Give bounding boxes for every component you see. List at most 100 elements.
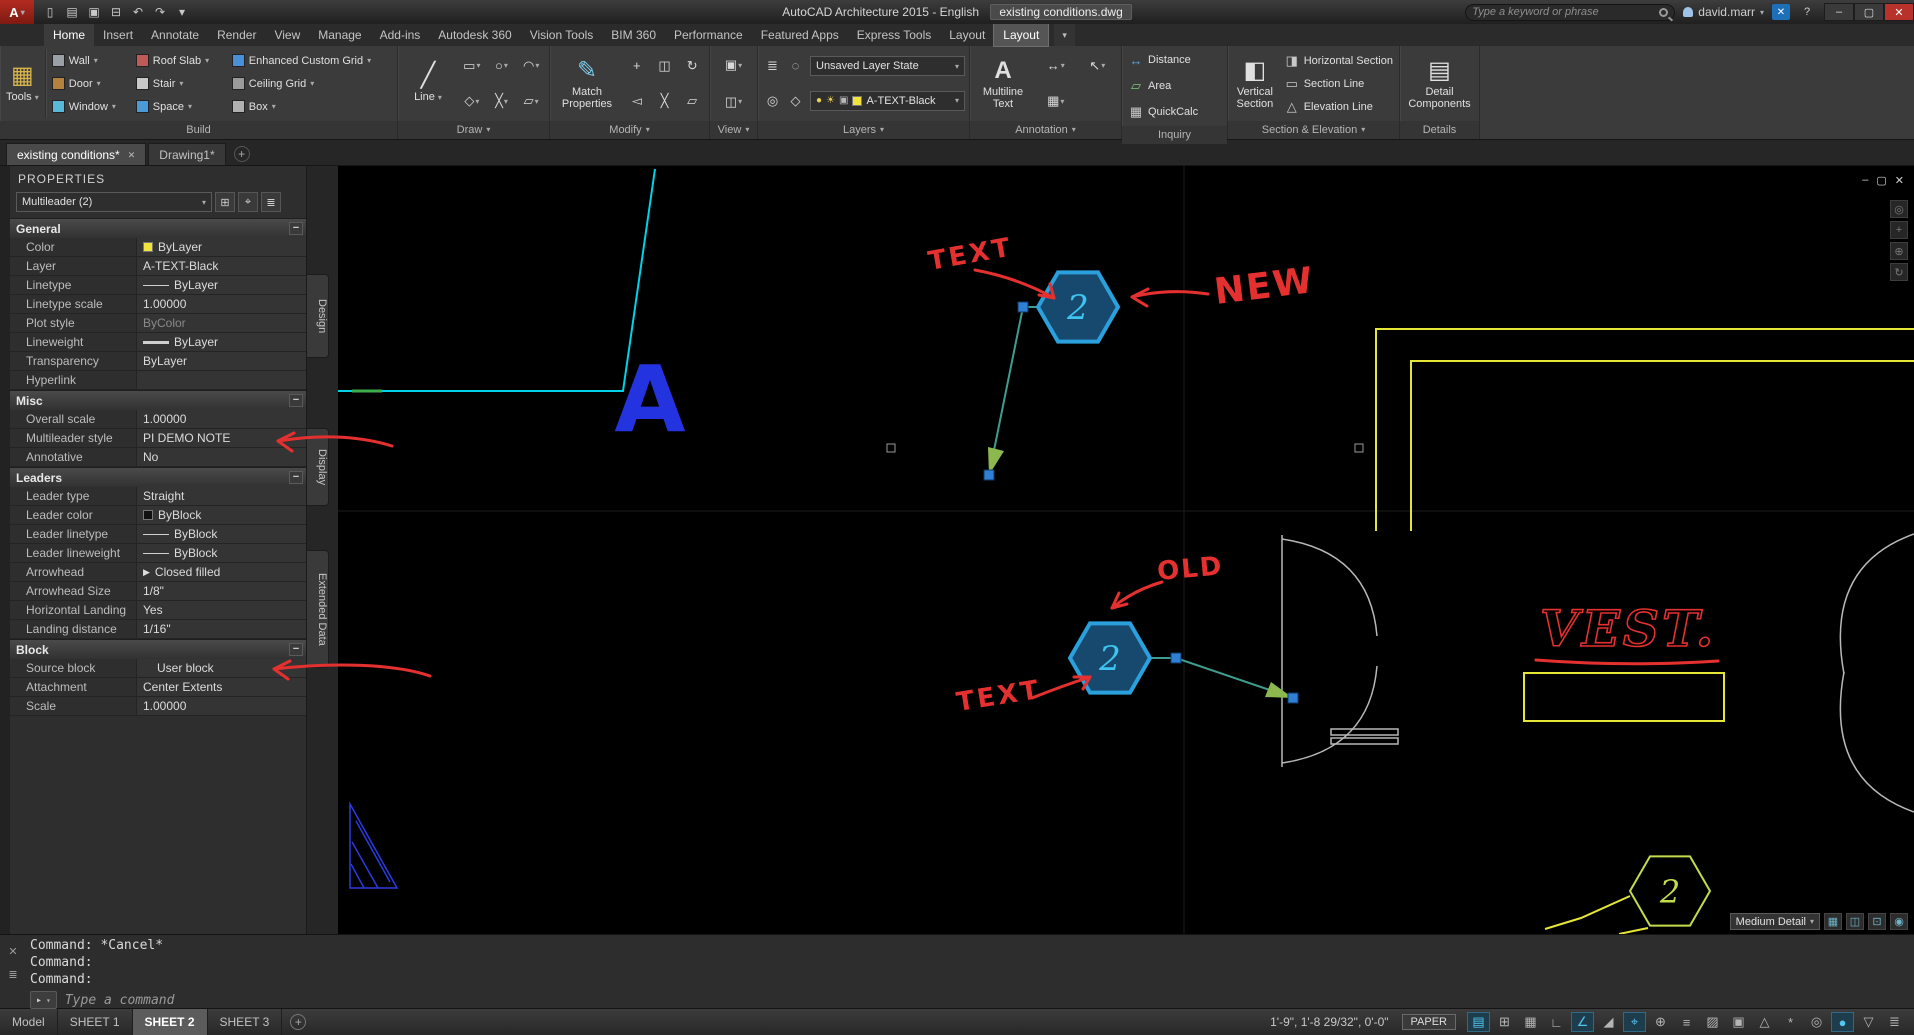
ribbon-tab[interactable]: Layout (993, 23, 1050, 47)
multileader-new[interactable]: 2 (983, 270, 1121, 481)
application-menu-button[interactable]: A ▾ (0, 0, 34, 24)
select-objects-icon[interactable]: ⌖ (238, 192, 258, 212)
line-button[interactable]: ╱ Line ▾ (402, 49, 454, 118)
object-type-selector[interactable]: Multileader (2) ▾ (16, 192, 212, 212)
viewport-config-icon[interactable]: ◫ ▾ (725, 92, 742, 112)
ribbon-display-toggle[interactable]: ▾ (1054, 24, 1075, 46)
ribbon-tab[interactable]: Express Tools (848, 24, 940, 46)
inquiry-item[interactable]: ↔ Distance (1126, 49, 1223, 71)
property-row[interactable]: Horizontal Landing ▶ Yes (10, 601, 306, 620)
layer-properties-icon[interactable]: ≣ (762, 56, 783, 76)
property-row[interactable]: Overall scale 1.00000 (10, 410, 306, 429)
model-paper-toggle-icon[interactable]: ▤ (1467, 1012, 1490, 1032)
toggle-pickadd-icon[interactable]: ⊞ (215, 192, 235, 212)
property-row[interactable]: Landing distance ▶ 1/16" (10, 620, 306, 639)
ribbon-tab[interactable]: Insert (94, 24, 142, 46)
ortho-icon[interactable]: ∟ (1545, 1012, 1568, 1032)
layout-tab[interactable]: SHEET 3 (208, 1008, 283, 1035)
circle-icon[interactable]: ○ ▾ (488, 56, 516, 76)
section-tool-item[interactable]: ▭ Section Line (1282, 73, 1395, 95)
property-row[interactable]: Leader linetype ▶ ByBlock (10, 525, 306, 544)
layer-state-select[interactable]: Unsaved Layer State ▾ (810, 56, 965, 77)
graphics-performance-icon[interactable]: ● (1831, 1012, 1854, 1032)
drawing-canvas[interactable]: A 2 2 2 TEXT NEW OLD TEXT VEST. – ▢ ✕ ◎ … (338, 166, 1914, 935)
rotate-icon[interactable]: ↻ (679, 56, 705, 76)
pan-icon[interactable]: + (1890, 221, 1908, 239)
polyline-icon[interactable]: ▭ ▾ (458, 56, 486, 76)
file-tab[interactable]: existing conditions* ✕ (6, 143, 147, 165)
object-snap-icon[interactable]: ⌖ (1623, 1012, 1646, 1032)
snap-icon[interactable]: ▦ (1519, 1012, 1542, 1032)
property-row[interactable]: Hyperlink ▶ (10, 371, 306, 390)
render-mode-icon[interactable]: ◉ (1890, 913, 1908, 930)
property-row[interactable]: Multileader style PI DEMO NOTE (10, 429, 306, 448)
viewport-minimize-icon[interactable]: – (1862, 174, 1868, 187)
layer-freeze-icon[interactable]: ◇ (785, 91, 806, 111)
save-icon[interactable]: ▣ (84, 3, 104, 21)
ribbon-tab[interactable]: Home (44, 24, 95, 46)
table-icon[interactable]: ▦ ▾ (1036, 91, 1076, 111)
multiline-text-button[interactable]: A Multiline Text (974, 49, 1032, 118)
lineweight-display-icon[interactable]: ≡ (1675, 1012, 1698, 1032)
command-input[interactable]: Type a command (65, 993, 175, 1008)
collapse-icon[interactable]: − (288, 471, 303, 484)
new-layout-button[interactable]: + (290, 1014, 307, 1030)
panel-label-view[interactable]: View ▾ (710, 121, 757, 139)
panel-label-annotation[interactable]: Annotation ▾ (970, 121, 1121, 139)
customization-icon[interactable]: ≣ (1883, 1012, 1906, 1032)
ribbon-tab[interactable]: Annotate (142, 24, 208, 46)
hatch-icon[interactable]: ╳ ▾ (488, 91, 516, 111)
trim-icon[interactable]: ╳ (652, 91, 678, 111)
property-row[interactable]: Linetype scale ▶ 1.00000 (10, 295, 306, 314)
object-snap-tracking-icon[interactable]: ⊕ (1649, 1012, 1672, 1032)
property-row[interactable]: Annotative No (10, 448, 306, 467)
panel-label-section-elevation[interactable]: Section & Elevation ▾ (1228, 121, 1399, 139)
ribbon-tab[interactable]: Performance (665, 24, 752, 46)
palette-tab-display[interactable]: Display (306, 428, 329, 506)
property-row[interactable]: Arrowhead Size ▶ 1/8" (10, 582, 306, 601)
display-configuration-select[interactable]: Medium Detail ▾ (1729, 913, 1820, 930)
filter-icon[interactable]: ▽ (1857, 1012, 1880, 1032)
hexagon-callout-bottom[interactable] (1544, 855, 1712, 935)
ribbon-tab[interactable]: Render (208, 24, 265, 46)
commandline-customize-icon[interactable]: ≣ (8, 968, 17, 981)
property-row[interactable]: Color ▶ ByLayer (10, 238, 306, 257)
zoom-icon[interactable]: ⊕ (1890, 242, 1908, 260)
polar-tracking-icon[interactable]: ∠ (1571, 1012, 1594, 1032)
dimension-icon[interactable]: ↔ ▾ (1036, 56, 1076, 76)
build-tool-button[interactable]: Space ▾ (134, 96, 226, 118)
ribbon-tab[interactable]: Manage (309, 24, 370, 46)
workspace-icon[interactable]: * (1779, 1012, 1802, 1032)
property-row[interactable]: Lineweight ▶ ByLayer (10, 333, 306, 352)
build-tool-button[interactable]: Wall ▾ (50, 50, 130, 72)
new-tab-button[interactable]: + (233, 146, 250, 162)
command-line-panel[interactable]: ✕ ≣ Command: *Cancel* Command: Command: … (0, 934, 1914, 1009)
annotation-scale-icon[interactable]: △ (1753, 1012, 1776, 1032)
panel-label-layers[interactable]: Layers ▾ (758, 121, 969, 139)
open-file-icon[interactable]: ▤ (62, 3, 82, 21)
transparency-icon[interactable]: ▨ (1701, 1012, 1724, 1032)
rectangle-icon[interactable]: ◇ ▾ (458, 91, 486, 111)
build-tool-button[interactable]: Window ▾ (50, 96, 130, 118)
selection-cycling-icon[interactable]: ▣ (1727, 1012, 1750, 1032)
panel-label-inquiry[interactable]: Inquiry (1122, 126, 1227, 144)
palette-tab-extended-data[interactable]: Extended Data (306, 550, 329, 668)
property-row[interactable]: Layer ▶ A-TEXT-Black (10, 257, 306, 276)
inquiry-item[interactable]: ▦ QuickCalc (1126, 101, 1223, 123)
grid-icon[interactable]: ⊞ (1493, 1012, 1516, 1032)
detail-components-button[interactable]: ▤ Detail Components (1404, 49, 1475, 118)
panel-label-build[interactable]: Build (0, 121, 397, 139)
move-icon[interactable]: + (624, 56, 650, 76)
cyan-linework[interactable] (338, 168, 656, 392)
mirror-icon[interactable]: ◅ (624, 91, 650, 111)
property-row[interactable]: Linetype ▶ ByLayer (10, 276, 306, 295)
paper-model-toggle[interactable]: PAPER (1401, 1014, 1456, 1030)
inquiry-item[interactable]: ▱ Area (1126, 75, 1223, 97)
collapse-icon[interactable]: − (288, 394, 303, 407)
property-row[interactable]: Leader color ▶ ByBlock (10, 506, 306, 525)
copy-icon[interactable]: ◫ (652, 56, 678, 76)
group-header-leaders[interactable]: Leaders − (10, 467, 306, 487)
sign-in-menu[interactable]: david.marr ▾ (1683, 5, 1764, 19)
leader-icon[interactable]: ↖ ▾ (1078, 56, 1118, 76)
property-row[interactable]: Source block User block (10, 659, 306, 678)
